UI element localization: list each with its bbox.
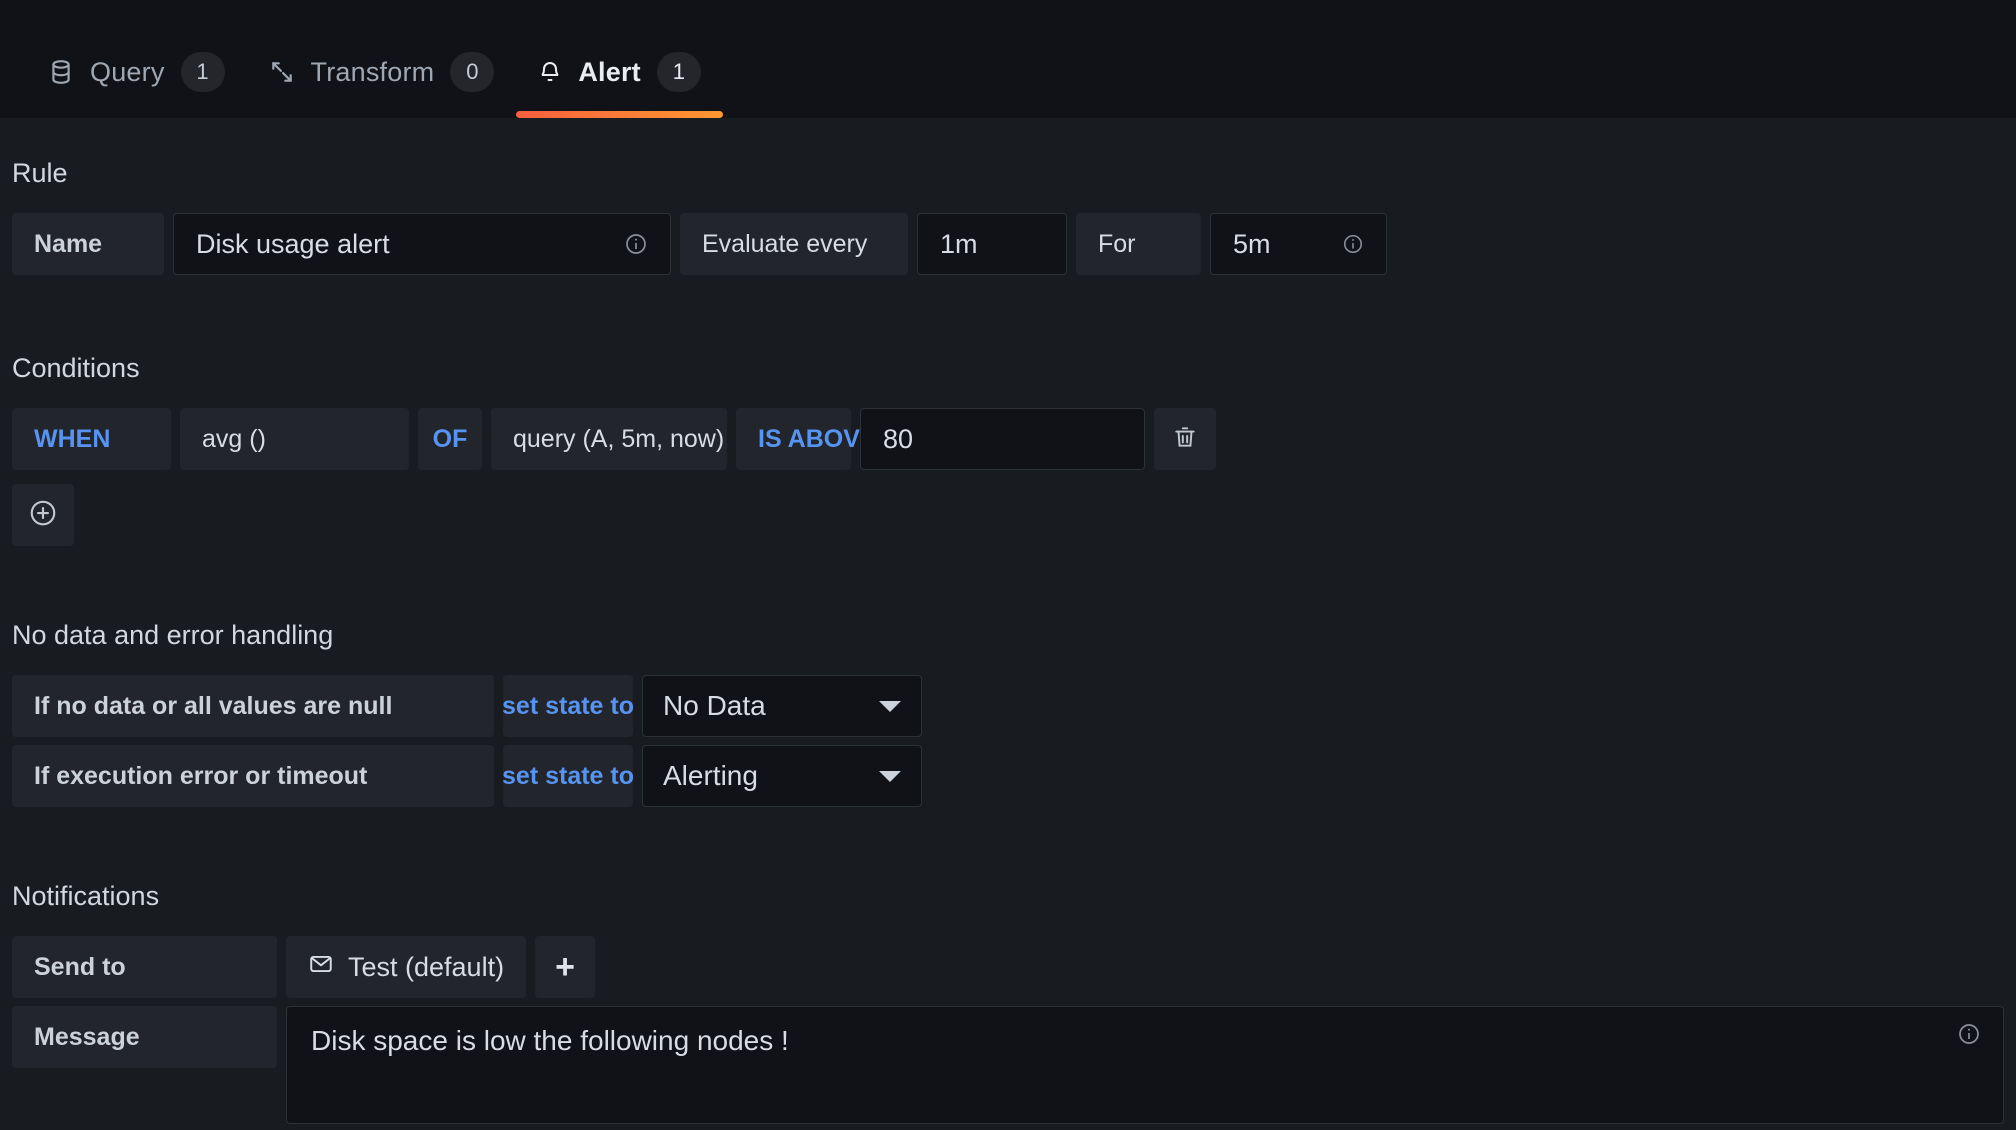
nodata-state-value: No Data bbox=[663, 690, 766, 721]
conditions-section: Conditions WHEN avg () OF query (A, 5m, … bbox=[0, 353, 2016, 546]
nodata-section-title: No data and error handling bbox=[12, 620, 334, 650]
condition-query-select[interactable]: query (A, 5m, now) bbox=[491, 408, 727, 470]
alert-tab-content: Rule Name Disk usage alert Evaluate ever… bbox=[0, 118, 2016, 1130]
tab-alert-label: Alert bbox=[578, 56, 641, 87]
notification-channel-chip[interactable]: Test (default) bbox=[286, 936, 527, 998]
info-icon[interactable] bbox=[1342, 233, 1364, 255]
message-textarea[interactable]: Disk space is low the following nodes ! bbox=[286, 1006, 2004, 1124]
execerror-state-select[interactable]: Alerting bbox=[642, 745, 922, 807]
bell-icon bbox=[538, 58, 562, 86]
nodata-setstate-label: set state to bbox=[502, 675, 634, 737]
notification-channel-label: Test (default) bbox=[348, 951, 505, 982]
info-icon[interactable] bbox=[624, 232, 648, 256]
rule-section: Rule Name Disk usage alert Evaluate ever… bbox=[0, 158, 2016, 275]
rule-name-value: Disk usage alert bbox=[196, 228, 390, 259]
for-label: For bbox=[1076, 213, 1201, 275]
condition-row: WHEN avg () OF query (A, 5m, now) IS ABO… bbox=[12, 408, 2004, 470]
condition-threshold-input[interactable]: 80 bbox=[860, 408, 1145, 470]
evaluate-every-label: Evaluate every bbox=[680, 213, 908, 275]
transform-icon bbox=[269, 59, 295, 85]
evaluate-every-input[interactable]: 1m bbox=[917, 213, 1067, 275]
tab-alert[interactable]: Alert 1 bbox=[516, 52, 723, 118]
condition-threshold-value: 80 bbox=[883, 423, 914, 454]
tab-query[interactable]: Query 1 bbox=[26, 52, 247, 118]
notifications-section-title: Notifications bbox=[12, 881, 160, 911]
tab-alert-count: 1 bbox=[656, 52, 701, 92]
message-label: Message bbox=[12, 1006, 277, 1068]
active-tab-indicator bbox=[516, 111, 723, 118]
tab-query-label: Query bbox=[90, 56, 165, 87]
trash-icon bbox=[1172, 424, 1198, 455]
message-row: Message Disk space is low the following … bbox=[12, 1006, 2004, 1124]
for-value: 5m bbox=[1233, 228, 1271, 259]
execerror-setstate-label: set state to bbox=[502, 745, 634, 807]
add-condition-row bbox=[12, 484, 2004, 546]
tab-transform[interactable]: Transform 0 bbox=[247, 52, 517, 118]
condition-when-label: WHEN bbox=[12, 408, 171, 470]
nodata-section: No data and error handling If no data or… bbox=[0, 620, 2016, 807]
chevron-down-icon bbox=[879, 700, 901, 712]
envelope-icon bbox=[308, 951, 334, 984]
rule-row: Name Disk usage alert Evaluate every 1m … bbox=[12, 213, 2004, 275]
plus-circle-icon bbox=[28, 498, 58, 533]
nodata-condition-label: If no data or all values are null bbox=[12, 675, 494, 737]
rule-name-input[interactable]: Disk usage alert bbox=[173, 213, 671, 275]
chevron-down-icon bbox=[879, 770, 901, 782]
add-notification-channel-button[interactable]: + bbox=[535, 936, 596, 998]
delete-condition-button[interactable] bbox=[1154, 408, 1216, 470]
add-condition-button[interactable] bbox=[12, 484, 74, 546]
info-icon[interactable] bbox=[1957, 1021, 1981, 1053]
conditions-section-title: Conditions bbox=[12, 353, 140, 383]
nodata-row: If no data or all values are null set st… bbox=[12, 675, 2004, 737]
execerror-row: If execution error or timeout set state … bbox=[12, 745, 2004, 807]
notifications-section: Notifications Send to Test (default) + M… bbox=[0, 881, 2016, 1124]
execerror-state-value: Alerting bbox=[663, 760, 758, 791]
tab-transform-label: Transform bbox=[310, 56, 435, 87]
plus-icon: + bbox=[555, 947, 575, 986]
evaluate-every-value: 1m bbox=[940, 228, 978, 259]
rule-name-label: Name bbox=[12, 213, 164, 275]
condition-reducer-select[interactable]: avg () bbox=[180, 408, 409, 470]
panel-editor-tabbar: Query 1 Transform 0 Alert 1 bbox=[0, 0, 2016, 118]
tab-query-count: 1 bbox=[180, 52, 225, 92]
send-to-row: Send to Test (default) + bbox=[12, 936, 2004, 998]
for-input[interactable]: 5m bbox=[1210, 213, 1387, 275]
send-to-label: Send to bbox=[12, 936, 277, 998]
database-icon bbox=[48, 58, 74, 86]
execerror-condition-label: If execution error or timeout bbox=[12, 745, 494, 807]
tab-transform-count: 0 bbox=[450, 52, 495, 92]
rule-section-title: Rule bbox=[12, 158, 68, 188]
condition-evaluator-select[interactable]: IS ABOVE bbox=[736, 408, 877, 470]
message-value: Disk space is low the following nodes ! bbox=[311, 1025, 789, 1056]
condition-of-label: OF bbox=[418, 408, 482, 470]
nodata-state-select[interactable]: No Data bbox=[642, 675, 922, 737]
